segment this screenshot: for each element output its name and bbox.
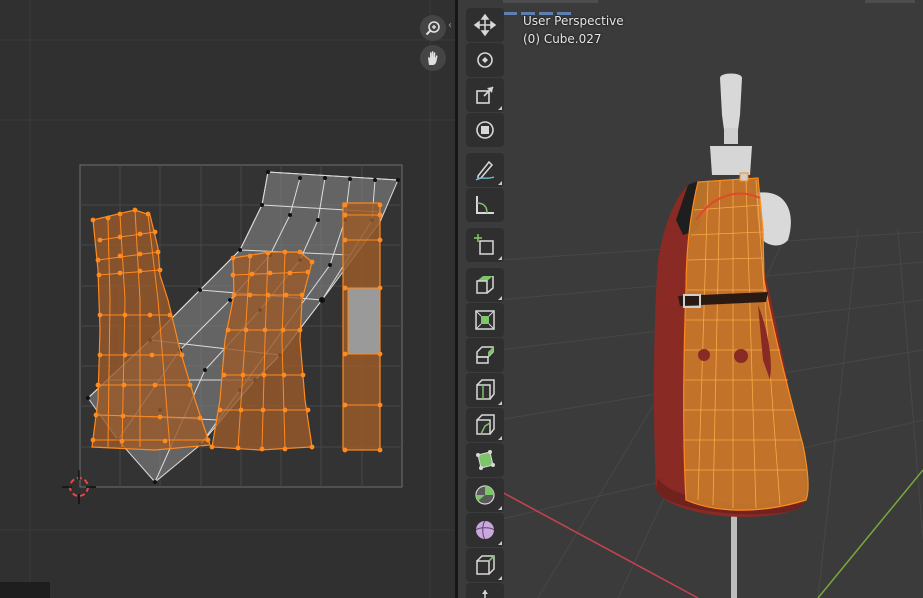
spin-icon xyxy=(475,485,495,505)
add-cube-tool[interactable] xyxy=(466,228,504,262)
annotate-tool[interactable] xyxy=(466,153,504,187)
shrink-fatten-icon xyxy=(482,590,488,598)
rotate-tool[interactable] xyxy=(466,43,504,77)
poly-build-tool[interactable] xyxy=(466,443,504,477)
loop-cut-icon xyxy=(476,379,495,400)
bevel-tool[interactable] xyxy=(466,338,504,372)
viewport-header-right[interactable] xyxy=(865,0,915,3)
viewport-header-tabs[interactable] xyxy=(503,0,598,15)
uv-editor[interactable]: ‹ xyxy=(0,0,455,598)
3d-viewport[interactable]: User Perspective (0) Cube.027 xyxy=(458,0,923,598)
measure-icon xyxy=(476,196,494,214)
add-cube-icon xyxy=(474,234,494,255)
transform-icon xyxy=(476,121,494,139)
loop-cut-tool[interactable] xyxy=(466,373,504,407)
bevel-icon xyxy=(476,346,494,364)
poly-build-icon xyxy=(476,450,495,470)
shrink-fatten-tool[interactable] xyxy=(466,583,504,598)
toolbar-collapse-arrow[interactable]: ‹ xyxy=(448,20,452,31)
viewport-scene[interactable] xyxy=(458,0,923,598)
view-name-label: User Perspective xyxy=(523,14,624,28)
extrude-tool[interactable] xyxy=(466,268,504,302)
knife-icon xyxy=(476,414,495,435)
zoom-button[interactable] xyxy=(420,15,446,41)
inset-tool[interactable] xyxy=(466,303,504,337)
annotate-icon xyxy=(475,160,495,181)
uv-island-strip xyxy=(342,202,383,453)
edge-slide-tool[interactable] xyxy=(466,548,504,582)
measure-tool[interactable] xyxy=(466,188,504,222)
move-icon xyxy=(473,13,497,37)
object-name-label: (0) Cube.027 xyxy=(523,32,602,46)
extrude-icon xyxy=(476,276,494,294)
scale-tool[interactable] xyxy=(466,78,504,112)
zoom-icon xyxy=(425,21,440,36)
uv-footer-tab[interactable] xyxy=(0,582,50,598)
edge-slide-icon xyxy=(476,555,495,575)
rotate-icon xyxy=(477,52,493,68)
smooth-icon xyxy=(475,520,495,540)
move-tool[interactable] xyxy=(466,8,504,42)
spin-tool[interactable] xyxy=(466,478,504,512)
knife-tool[interactable] xyxy=(466,408,504,442)
smooth-tool[interactable] xyxy=(466,513,504,547)
pan-button[interactable] xyxy=(420,45,446,71)
transform-tool[interactable] xyxy=(466,113,504,147)
uv-canvas[interactable] xyxy=(0,0,455,598)
inset-icon xyxy=(475,310,495,330)
hand-icon xyxy=(428,51,438,65)
scale-icon xyxy=(476,86,494,104)
